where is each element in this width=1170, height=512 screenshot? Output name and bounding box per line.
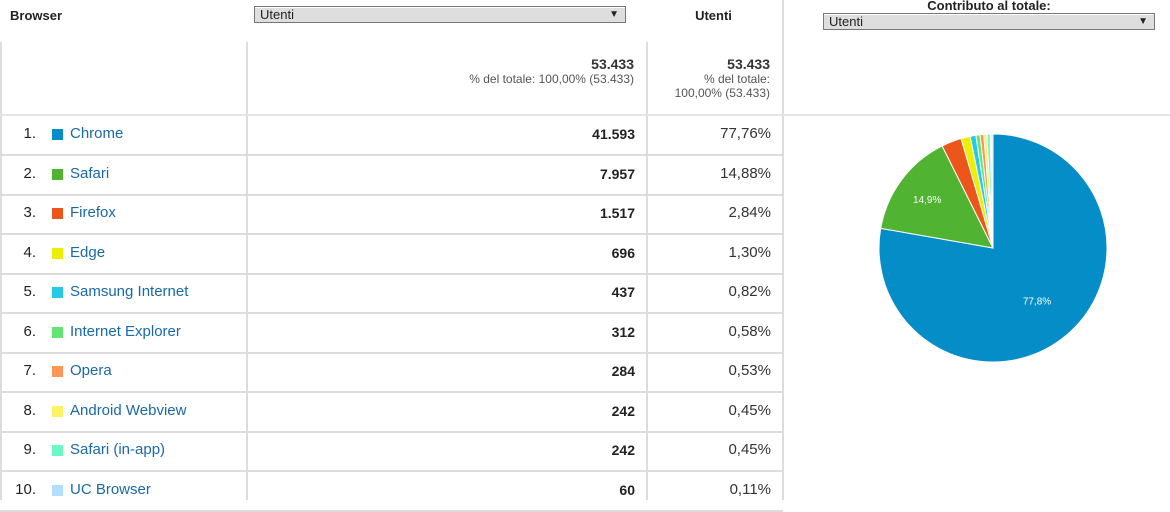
- row-index: 3.: [23, 204, 36, 221]
- row-index: 5.: [23, 283, 36, 300]
- browser-link[interactable]: Opera: [70, 362, 112, 379]
- users-value: 1.517: [599, 205, 635, 221]
- pie-data-label: 14,9%: [913, 195, 941, 206]
- grid-line: [0, 509, 783, 512]
- users-value: 242: [611, 442, 635, 458]
- pie-chart: 77,8% 14,9%: [878, 133, 1108, 363]
- total-percentage: 100,00% (53.433): [674, 86, 770, 100]
- browser-link[interactable]: Android Webview: [70, 402, 186, 419]
- table-row: 10. UC Browser 60 0,11%: [0, 471, 783, 510]
- contribution-header: Contributo al totale:: [927, 0, 1051, 13]
- users-value: 7.957: [599, 165, 635, 182]
- total-percentage: % del totale:: [703, 72, 770, 86]
- total-value: 53.433: [727, 56, 770, 72]
- legend-swatch-icon: [52, 326, 63, 338]
- row-index: 9.: [23, 441, 36, 458]
- total-value: 53.433: [591, 56, 634, 72]
- browser-link[interactable]: Safari: [70, 165, 109, 182]
- users-value: 696: [611, 244, 635, 261]
- users-percentage: 14,88%: [720, 164, 771, 182]
- browser-link[interactable]: Internet Explorer: [70, 323, 181, 340]
- total-percentage: % del totale: 100,00% (53.433): [469, 72, 634, 86]
- legend-swatch-icon: [52, 366, 63, 377]
- row-index: 1.: [23, 125, 36, 142]
- row-index: 2.: [23, 164, 36, 182]
- dropdown-arrow-icon: ▼: [1138, 16, 1148, 27]
- row-index: 8.: [23, 401, 36, 419]
- contribution-select[interactable]: Utenti ▼: [823, 13, 1155, 30]
- table-row: 7. Opera 284 0,53%: [0, 352, 783, 391]
- legend-swatch-icon: [52, 168, 63, 180]
- metric-select[interactable]: Utenti ▼: [254, 6, 626, 23]
- dropdown-arrow-icon: ▼: [609, 9, 619, 20]
- table-row: 5. Samsung Internet 437 0,82%: [0, 273, 783, 312]
- users-value: 312: [611, 323, 635, 340]
- users-percentage: 0,53%: [728, 362, 771, 379]
- users-value: 284: [611, 363, 635, 379]
- totals-percentage: 53.433 % del totale: 100,00% (53.433): [650, 56, 770, 100]
- browser-link[interactable]: Chrome: [70, 125, 123, 142]
- legend-swatch-icon: [52, 484, 63, 496]
- users-percentage: 2,84%: [728, 204, 771, 221]
- table-row: 4. Edge 696 1,30%: [0, 234, 783, 273]
- row-index: 10.: [15, 480, 36, 498]
- users-percentage: 0,82%: [728, 283, 771, 300]
- contribution-select-value: Utenti: [829, 14, 863, 29]
- table-row: 3. Firefox 1.517 2,84%: [0, 194, 783, 233]
- metric-select-value: Utenti: [260, 7, 294, 22]
- table-row: 9. Safari (in-app) 242 0,45%: [0, 431, 783, 470]
- browser-column-header: Browser: [10, 8, 63, 23]
- legend-swatch-icon: [52, 405, 63, 417]
- users-percentage: 0,11%: [729, 480, 771, 498]
- browser-link[interactable]: Edge: [70, 244, 105, 261]
- browser-link[interactable]: Samsung Internet: [70, 283, 188, 300]
- legend-swatch-icon: [52, 247, 63, 259]
- browser-link[interactable]: Firefox: [70, 204, 116, 221]
- browser-link[interactable]: Safari (in-app): [70, 441, 165, 458]
- row-index: 6.: [23, 322, 36, 340]
- users-percentage: 1,30%: [728, 243, 771, 261]
- users-percentage: 77,76%: [720, 125, 771, 142]
- users-value: 242: [611, 402, 635, 419]
- table-row: 1. Chrome 41.593 77,76%: [0, 115, 783, 154]
- legend-swatch-icon: [52, 129, 63, 140]
- row-index: 7.: [23, 362, 36, 379]
- table-row: 6. Internet Explorer 312 0,58%: [0, 313, 783, 352]
- users-percentage: 0,45%: [728, 401, 771, 419]
- table-row: 2. Safari 7.957 14,88%: [0, 155, 783, 194]
- browser-link[interactable]: UC Browser: [70, 481, 151, 498]
- row-index: 4.: [23, 243, 36, 261]
- table-row: 8. Android Webview 242 0,45%: [0, 392, 783, 431]
- pie-data-label: 77,8%: [1023, 296, 1051, 307]
- users-value: 41.593: [592, 126, 635, 142]
- users-percentage: 0,45%: [728, 441, 771, 458]
- totals-users: 53.433 % del totale: 100,00% (53.433): [250, 56, 634, 86]
- users-percentage: 0,58%: [728, 322, 771, 340]
- legend-swatch-icon: [52, 208, 63, 219]
- legend-swatch-icon: [52, 287, 63, 298]
- users-value: 437: [611, 284, 635, 300]
- users-value: 60: [619, 481, 635, 498]
- legend-swatch-icon: [52, 445, 63, 456]
- utenti-column-header: Utenti: [695, 8, 732, 23]
